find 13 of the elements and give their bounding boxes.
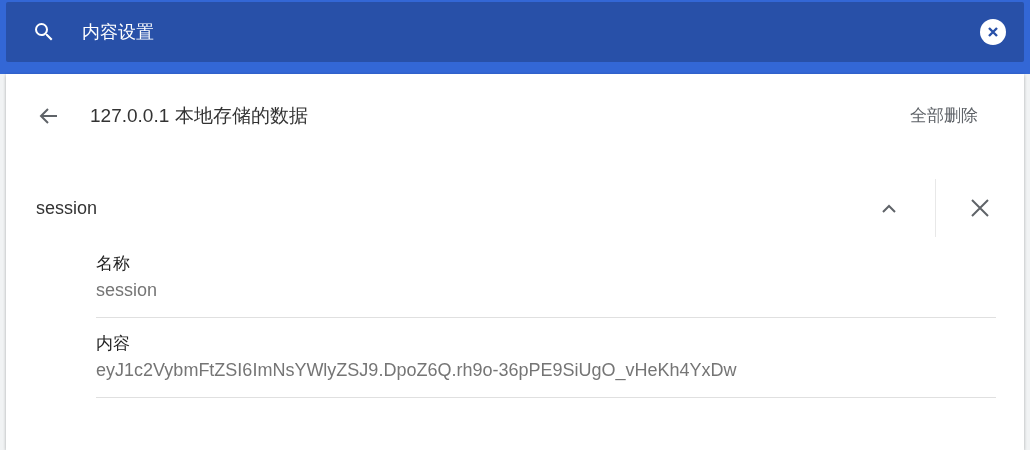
page-title: 127.0.0.1 本地存储的数据 — [90, 103, 308, 128]
search-field[interactable]: 内容设置 — [6, 2, 1024, 62]
back-icon — [38, 107, 58, 125]
clear-button[interactable] — [980, 19, 1006, 45]
close-icon — [987, 26, 999, 38]
item-name: session — [36, 196, 98, 220]
close-icon — [971, 199, 989, 217]
remove-all-button[interactable]: 全部删除 — [910, 103, 978, 129]
field-label: 内容 — [96, 333, 131, 355]
field-label: 名称 — [96, 253, 131, 275]
field-value: eyJ1c2VybmFtZSI6ImNsYWlyZSJ9.DpoZ6Q.rh9o-36pPE9SiUgO_vHeKh4YxDw — [96, 359, 738, 383]
field-value: session — [96, 279, 159, 302]
chevron-up-icon — [882, 203, 896, 213]
